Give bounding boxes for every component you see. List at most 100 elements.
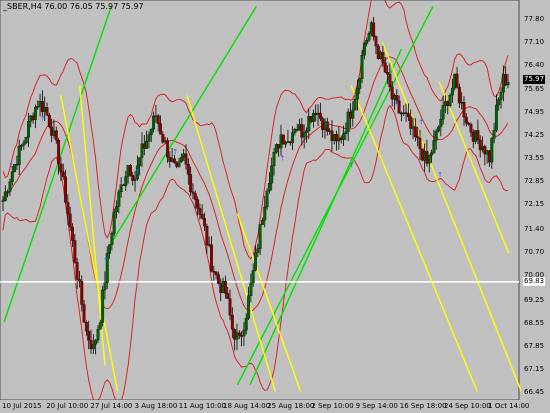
- candle-body: [36, 105, 40, 108]
- time-tick-label: 20 Jul 10:00: [46, 402, 89, 410]
- candle-body: [365, 40, 369, 44]
- price-tick-label: 77.80: [524, 14, 545, 23]
- candle-body: [84, 322, 88, 332]
- candle-body: [263, 206, 267, 221]
- candle-body: [54, 130, 58, 141]
- chart-window[interactable]: ↑ ↑ ↑ ↑ ↑ ↑ ↑ ↑ ↑ ↑ ↑ ↑ _SBER,H4 76.00 76.05 75.97 …: [0, 0, 550, 413]
- candle-body: [214, 271, 218, 275]
- price-tick-label: 72.85: [524, 177, 545, 186]
- price-tick-label: 67.15: [524, 364, 545, 373]
- candle-body: [45, 107, 49, 116]
- candle-body: [469, 124, 473, 133]
- candle-body: [237, 332, 241, 336]
- candle-body: [249, 282, 253, 296]
- candle-body: [448, 95, 452, 107]
- candle-body: [8, 181, 12, 192]
- candle-body: [223, 281, 227, 294]
- candle-body: [427, 155, 431, 164]
- candle-body: [260, 220, 264, 225]
- candle-body: [203, 218, 206, 227]
- candle-body: [101, 289, 105, 323]
- signal-marker-icon: ↑: [8, 161, 14, 169]
- price-tick-label: 70.70: [524, 248, 545, 257]
- price-axis[interactable]: 77.80 77.10 76.40 75.65 74.95 74.25 73.55 72.85…: [521, 0, 550, 400]
- candle-body: [344, 131, 348, 134]
- time-tick-label: 3 Aug 18:00: [134, 402, 178, 410]
- candle-body: [381, 52, 385, 64]
- candle-body: [228, 298, 232, 316]
- time-tick-label: 25 Aug 18:00: [267, 402, 315, 410]
- candle-body: [383, 62, 387, 73]
- candle-body: [230, 315, 234, 330]
- candle-body: [205, 226, 209, 246]
- signal-marker-icon: ↑: [324, 122, 330, 130]
- candle-body: [457, 86, 461, 104]
- candle-body: [149, 128, 153, 135]
- candle-body: [147, 134, 151, 142]
- price-tick-label: 74.95: [524, 108, 545, 117]
- signal-marker-icon: ↑: [418, 119, 424, 127]
- candle-body: [226, 293, 230, 299]
- signal-marker-icon: ↑: [172, 148, 178, 156]
- time-tick-label: 18 Aug 14:00: [223, 402, 271, 410]
- signal-marker-icon: ↑: [134, 168, 140, 176]
- price-tick-label: 75.65: [524, 85, 545, 94]
- time-tick-label: 27 Jul 14:00: [90, 402, 133, 410]
- candle-body: [367, 32, 371, 41]
- candle-body: [103, 282, 107, 291]
- signal-marker-icon: ↑: [216, 283, 222, 291]
- candle-body: [497, 99, 501, 106]
- candle-body: [374, 36, 378, 47]
- candle-body: [413, 126, 417, 138]
- candle-body: [77, 279, 81, 282]
- candle-body: [166, 140, 169, 158]
- candle-body: [450, 87, 454, 96]
- candle-body: [244, 317, 248, 331]
- time-tick-label: 24 Sep 10:00: [444, 402, 491, 410]
- candle-body: [318, 112, 322, 119]
- current-price-badge: 75.97: [523, 74, 546, 84]
- price-tick-label: 69.25: [524, 295, 545, 304]
- candle-body: [124, 176, 128, 186]
- candle-body: [267, 183, 271, 192]
- candle-body: [98, 322, 102, 330]
- time-tick-label: 9 Sep 14:00: [355, 402, 398, 410]
- price-tick-label: 67.85: [524, 341, 545, 350]
- candle-body: [360, 55, 364, 79]
- candle-body: [152, 115, 156, 130]
- candle-body: [210, 244, 213, 272]
- candle-body: [133, 178, 137, 181]
- candle-body: [110, 233, 114, 246]
- candle-body: [305, 130, 308, 133]
- candle-body: [6, 191, 10, 193]
- candle-body: [462, 102, 466, 118]
- candle-body: [184, 153, 188, 165]
- candle-body: [177, 161, 181, 167]
- candle-body: [406, 113, 410, 118]
- candle-body: [418, 137, 422, 149]
- candle-body: [386, 72, 389, 75]
- candle-body: [108, 244, 112, 254]
- price-tick-label: 73.55: [524, 154, 545, 163]
- candle-body: [372, 22, 376, 37]
- candle-body: [467, 123, 471, 125]
- candle-body: [441, 105, 445, 120]
- candle-body: [189, 174, 193, 193]
- candle-body: [71, 226, 74, 241]
- plot-area[interactable]: ↑ ↑ ↑ ↑ ↑ ↑ ↑ ↑ ↑ ↑ ↑ ↑: [0, 0, 550, 413]
- signal-marker-icon: ↑: [437, 171, 443, 179]
- candle-body: [91, 343, 95, 349]
- candle-body: [112, 211, 116, 234]
- candle-body: [33, 107, 37, 120]
- candle-body: [196, 199, 200, 209]
- candle-body: [272, 152, 276, 167]
- candle-body: [22, 142, 26, 146]
- candle-body: [251, 270, 255, 283]
- candle-body: [254, 252, 257, 271]
- candle-body: [490, 138, 494, 163]
- candle-body: [437, 126, 440, 132]
- candle-body: [432, 140, 436, 154]
- level-price-badge: 69.83: [523, 276, 546, 286]
- time-axis[interactable]: 10 Jul 2015 20 Jul 10:00 27 Jul 14:00 3 Aug…: [0, 400, 550, 413]
- candle-body: [476, 130, 480, 141]
